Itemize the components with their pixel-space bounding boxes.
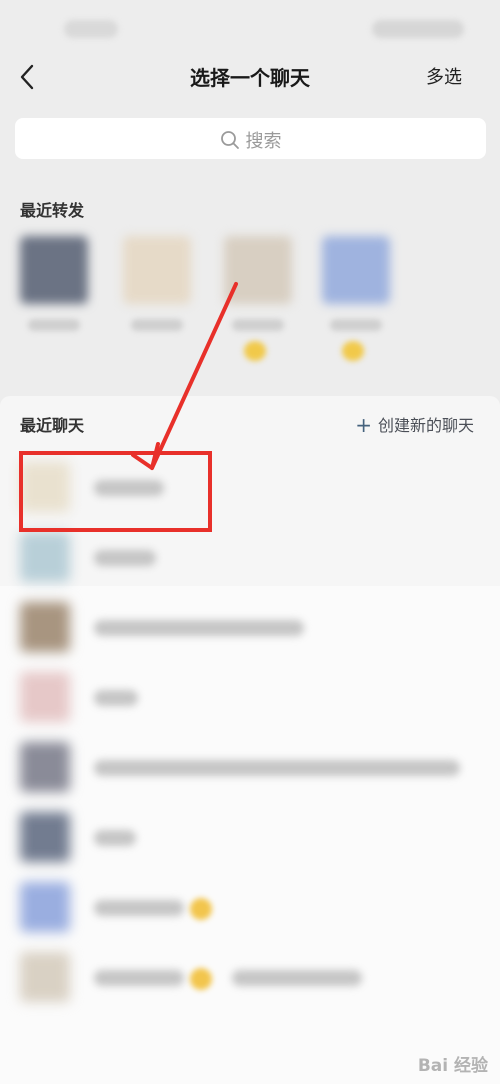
avatar bbox=[20, 812, 70, 862]
contact-name-blurred bbox=[28, 319, 80, 331]
status-icons bbox=[372, 20, 464, 38]
contact-name-blurred bbox=[94, 550, 156, 566]
recent-forward-label: 最近转发 bbox=[20, 201, 85, 220]
emoji-blurred bbox=[190, 898, 212, 920]
avatar bbox=[20, 462, 70, 512]
nav-bar: 选择一个聊天 多选 bbox=[0, 52, 500, 102]
chat-row[interactable] bbox=[0, 452, 500, 522]
emoji-blurred bbox=[190, 968, 212, 990]
search-placeholder: 搜索 bbox=[245, 131, 282, 152]
recent-chats-label: 最近聊天 bbox=[20, 416, 85, 435]
contact-name-blurred bbox=[94, 480, 164, 496]
avatar bbox=[20, 532, 70, 582]
emoji-blurred bbox=[342, 341, 364, 361]
contact-name-blurred bbox=[94, 970, 184, 986]
avatar bbox=[322, 236, 390, 304]
multi-select-button[interactable]: 多选 bbox=[426, 63, 462, 89]
contact-name-blurred bbox=[94, 690, 138, 706]
avatar bbox=[20, 952, 70, 1002]
recent-forward-item[interactable] bbox=[214, 226, 304, 366]
contact-name-blurred bbox=[232, 970, 362, 986]
page-title: 选择一个聊天 bbox=[190, 66, 310, 90]
chat-row[interactable] bbox=[0, 662, 500, 732]
chat-row[interactable] bbox=[0, 732, 500, 802]
search-input[interactable]: 搜索 bbox=[15, 118, 486, 159]
avatar bbox=[123, 236, 191, 304]
contact-name-blurred bbox=[232, 319, 284, 331]
chat-row[interactable] bbox=[0, 872, 500, 942]
chat-row[interactable] bbox=[0, 942, 500, 1012]
avatar bbox=[20, 742, 70, 792]
avatar bbox=[20, 236, 88, 304]
contact-name-blurred bbox=[94, 760, 460, 776]
chat-row[interactable] bbox=[0, 522, 500, 592]
baidu-watermark: Bai 经验 bbox=[417, 1056, 488, 1076]
recent-forward-item[interactable] bbox=[113, 226, 203, 366]
avatar bbox=[224, 236, 292, 304]
status-time bbox=[64, 20, 118, 38]
contact-name-blurred bbox=[94, 900, 184, 916]
contact-name-blurred bbox=[94, 830, 136, 846]
avatar bbox=[20, 882, 70, 932]
plus-icon: + bbox=[355, 413, 372, 437]
create-new-chat-button[interactable]: + 创建新的聊天 bbox=[355, 412, 474, 437]
contact-name-blurred bbox=[131, 319, 183, 331]
emoji-blurred bbox=[244, 341, 266, 361]
contact-name-blurred bbox=[94, 620, 304, 636]
status-bar bbox=[0, 0, 500, 56]
avatar bbox=[20, 602, 70, 652]
chat-row[interactable] bbox=[0, 802, 500, 872]
chat-row[interactable] bbox=[0, 592, 500, 662]
search-icon bbox=[220, 131, 239, 149]
contact-name-blurred bbox=[330, 319, 382, 331]
avatar bbox=[20, 672, 70, 722]
recent-forward-item[interactable] bbox=[10, 226, 100, 366]
recent-forward-item[interactable] bbox=[312, 226, 402, 366]
recent-forward-list bbox=[0, 226, 500, 376]
create-new-chat-label: 创建新的聊天 bbox=[377, 416, 474, 435]
